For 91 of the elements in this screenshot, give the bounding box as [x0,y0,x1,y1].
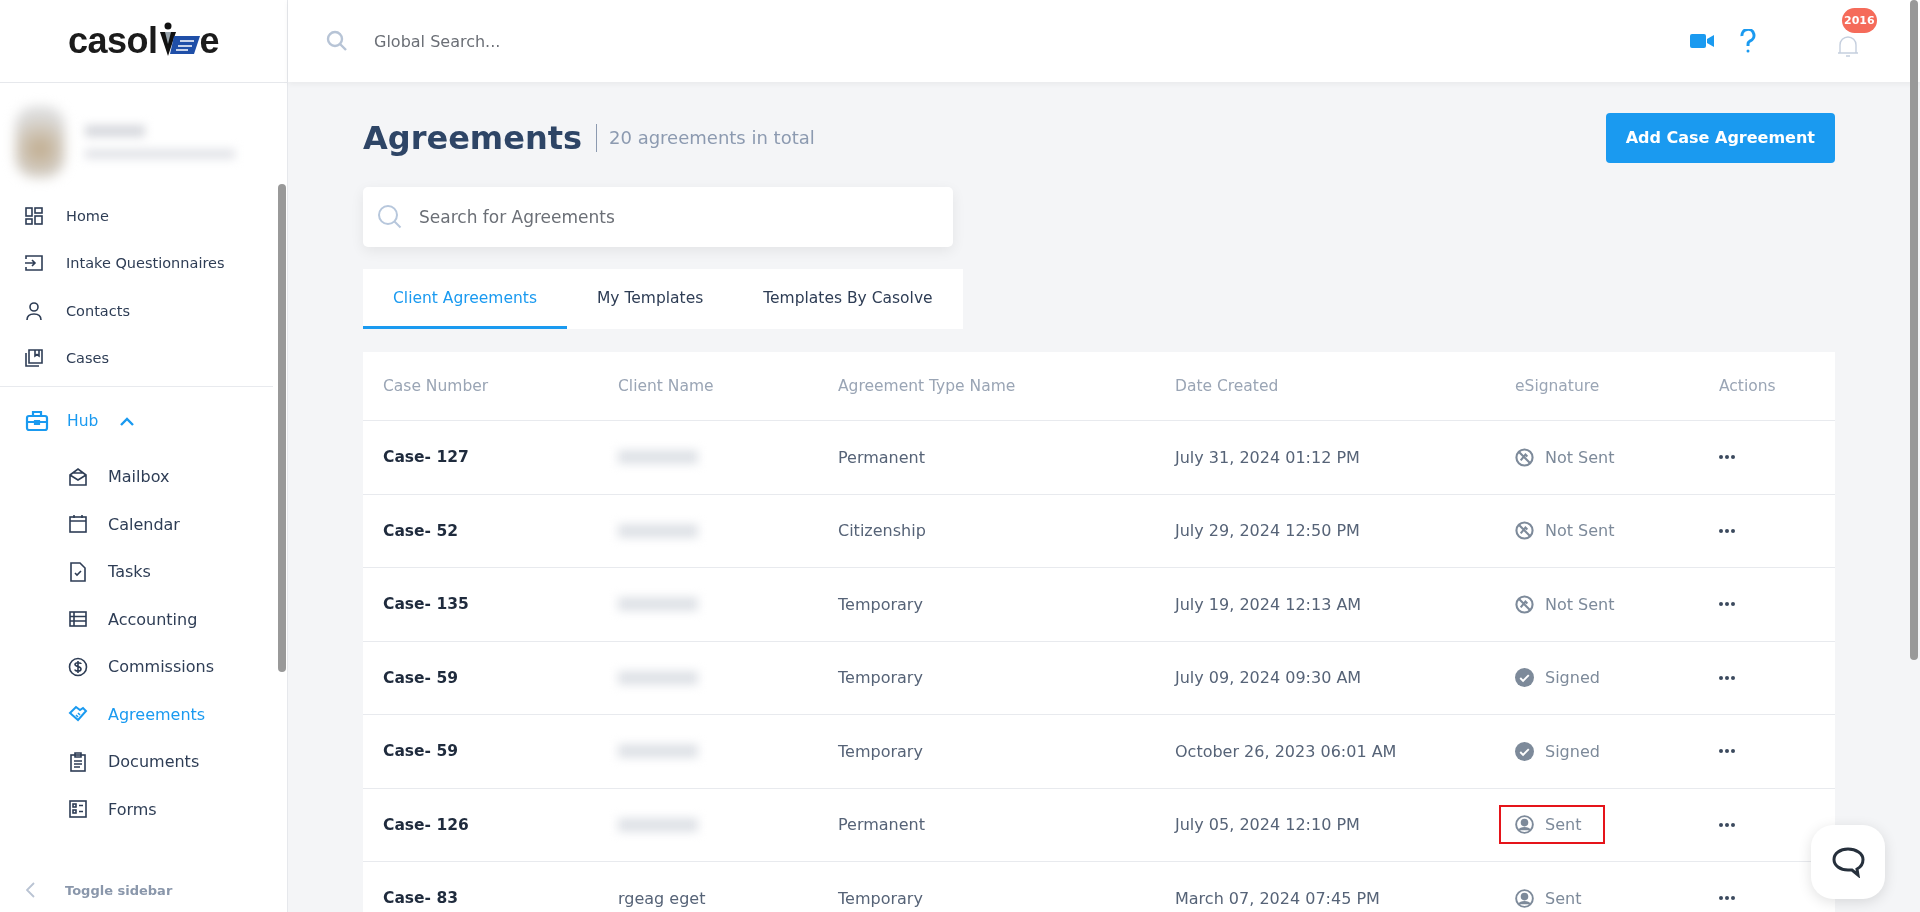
esignature-status: Signed [1499,658,1624,698]
esignature-status: Not Sent [1499,511,1639,551]
chat-icon [1831,846,1865,878]
video-camera-icon[interactable] [1690,33,1714,49]
nav-item[interactable]: Intake Questionnaires [0,239,287,287]
esignature-status: Sent [1499,878,1606,912]
check-circle-icon [1515,668,1534,688]
scrollbar[interactable] [278,184,286,672]
more-icon[interactable] [1719,455,1735,460]
more-icon[interactable] [1719,602,1735,607]
nav-item[interactable]: Mailbox [0,453,287,501]
nav-item[interactable]: Cases [0,334,287,382]
more-icon[interactable] [1719,896,1735,901]
table-cell: Case- 52 [383,521,458,540]
table-cell: Case- 59 [383,668,458,687]
table-cell: Case- 127 [383,448,469,467]
table-cell: July 05, 2024 12:10 PM [1175,815,1360,835]
column-header: eSignature [1514,377,1601,395]
nav-item[interactable]: Tasks [0,548,287,596]
column-header: Actions [1718,377,1777,395]
column-header: Agreement Type Name [837,377,1017,395]
page-title: Agreements [363,118,583,157]
nav-item[interactable]: Contacts [0,287,287,335]
dashboard-icon [24,205,44,226]
esignature-status: Not Sent [1499,437,1639,477]
more-icon[interactable] [1719,528,1735,533]
esignature-status: Signed [1499,731,1624,771]
search-field[interactable]: Search for Agreements [363,187,953,247]
table-cell: Temporary [838,594,923,614]
table-cell: Temporary [838,668,923,688]
no-signature-icon [1515,594,1534,614]
user-circle-icon [1515,888,1534,908]
column-header: Client Name [617,377,715,395]
table-cell: Temporary [838,888,923,908]
figure-with-folder-icon [157,22,202,58]
table-cell: Permanent [838,815,925,835]
form-icon [68,799,88,820]
nav-item[interactable]: Accounting [0,595,287,643]
table-cell: rgeag eget [618,888,706,908]
global-search-field[interactable]: Global Search... [372,30,676,52]
table-cell: July 19, 2024 12:13 AM [1175,594,1362,614]
more-icon[interactable] [1719,749,1735,754]
more-icon[interactable] [1719,822,1735,827]
avatar [15,106,65,178]
table-cell: Citizenship [838,521,926,541]
nav-item[interactable]: Calendar [0,500,287,548]
table-cell: Permanent [838,447,925,467]
column-header: Date Created [1174,377,1280,395]
clipboard-icon [68,751,88,772]
search-icon [326,30,348,52]
table-cell: Case- 135 [383,595,469,614]
table-cell: Temporary [838,741,923,761]
table-cell: July 09, 2024 09:30 AM [1175,668,1362,688]
table-cell: July 29, 2024 12:50 PM [1175,521,1360,541]
briefcase-icon [25,410,49,432]
esignature-status: Not Sent [1499,584,1639,624]
task-icon [68,561,88,582]
logo-text: e [199,20,220,62]
agreements-count: 20 agreements in total [609,127,815,148]
table-cell: Case- 59 [383,742,458,761]
no-signature-icon [1515,521,1534,541]
logo-text: casol [67,20,158,62]
nav-item[interactable]: Documents [0,738,287,786]
table-cell: Case- 126 [383,815,469,834]
book-icon [24,348,44,369]
table-cell: Case- 83 [383,889,458,908]
table-cell: October 26, 2023 06:01 AM [1175,741,1397,761]
chevron-left-icon [26,882,35,898]
more-icon[interactable] [1719,675,1735,680]
search-icon [377,204,403,230]
column-header: Case Number [382,377,490,395]
person-icon [24,300,44,321]
nav-item[interactable]: Commissions [0,643,287,691]
esignature-status: Sent [1499,805,1606,845]
notification-badge: 2016 [1842,8,1877,33]
dollar-icon [68,656,88,677]
login-icon [24,253,44,274]
no-signature-icon [1515,447,1534,467]
nav-item[interactable]: Forms [0,785,287,833]
nav-item[interactable]: Home [0,192,287,240]
mail-icon [68,466,88,487]
check-circle-icon [1515,741,1534,761]
calendar-icon [68,514,88,535]
table-cell: March 07, 2024 07:45 PM [1175,888,1380,908]
help-icon[interactable] [1740,29,1756,53]
user-circle-icon [1515,815,1534,835]
list-icon [68,609,88,630]
table-cell: July 31, 2024 01:12 PM [1175,447,1360,467]
chevron-up-icon [120,416,135,426]
scrollbar[interactable] [1910,0,1918,660]
chat-button[interactable] [1811,825,1885,899]
